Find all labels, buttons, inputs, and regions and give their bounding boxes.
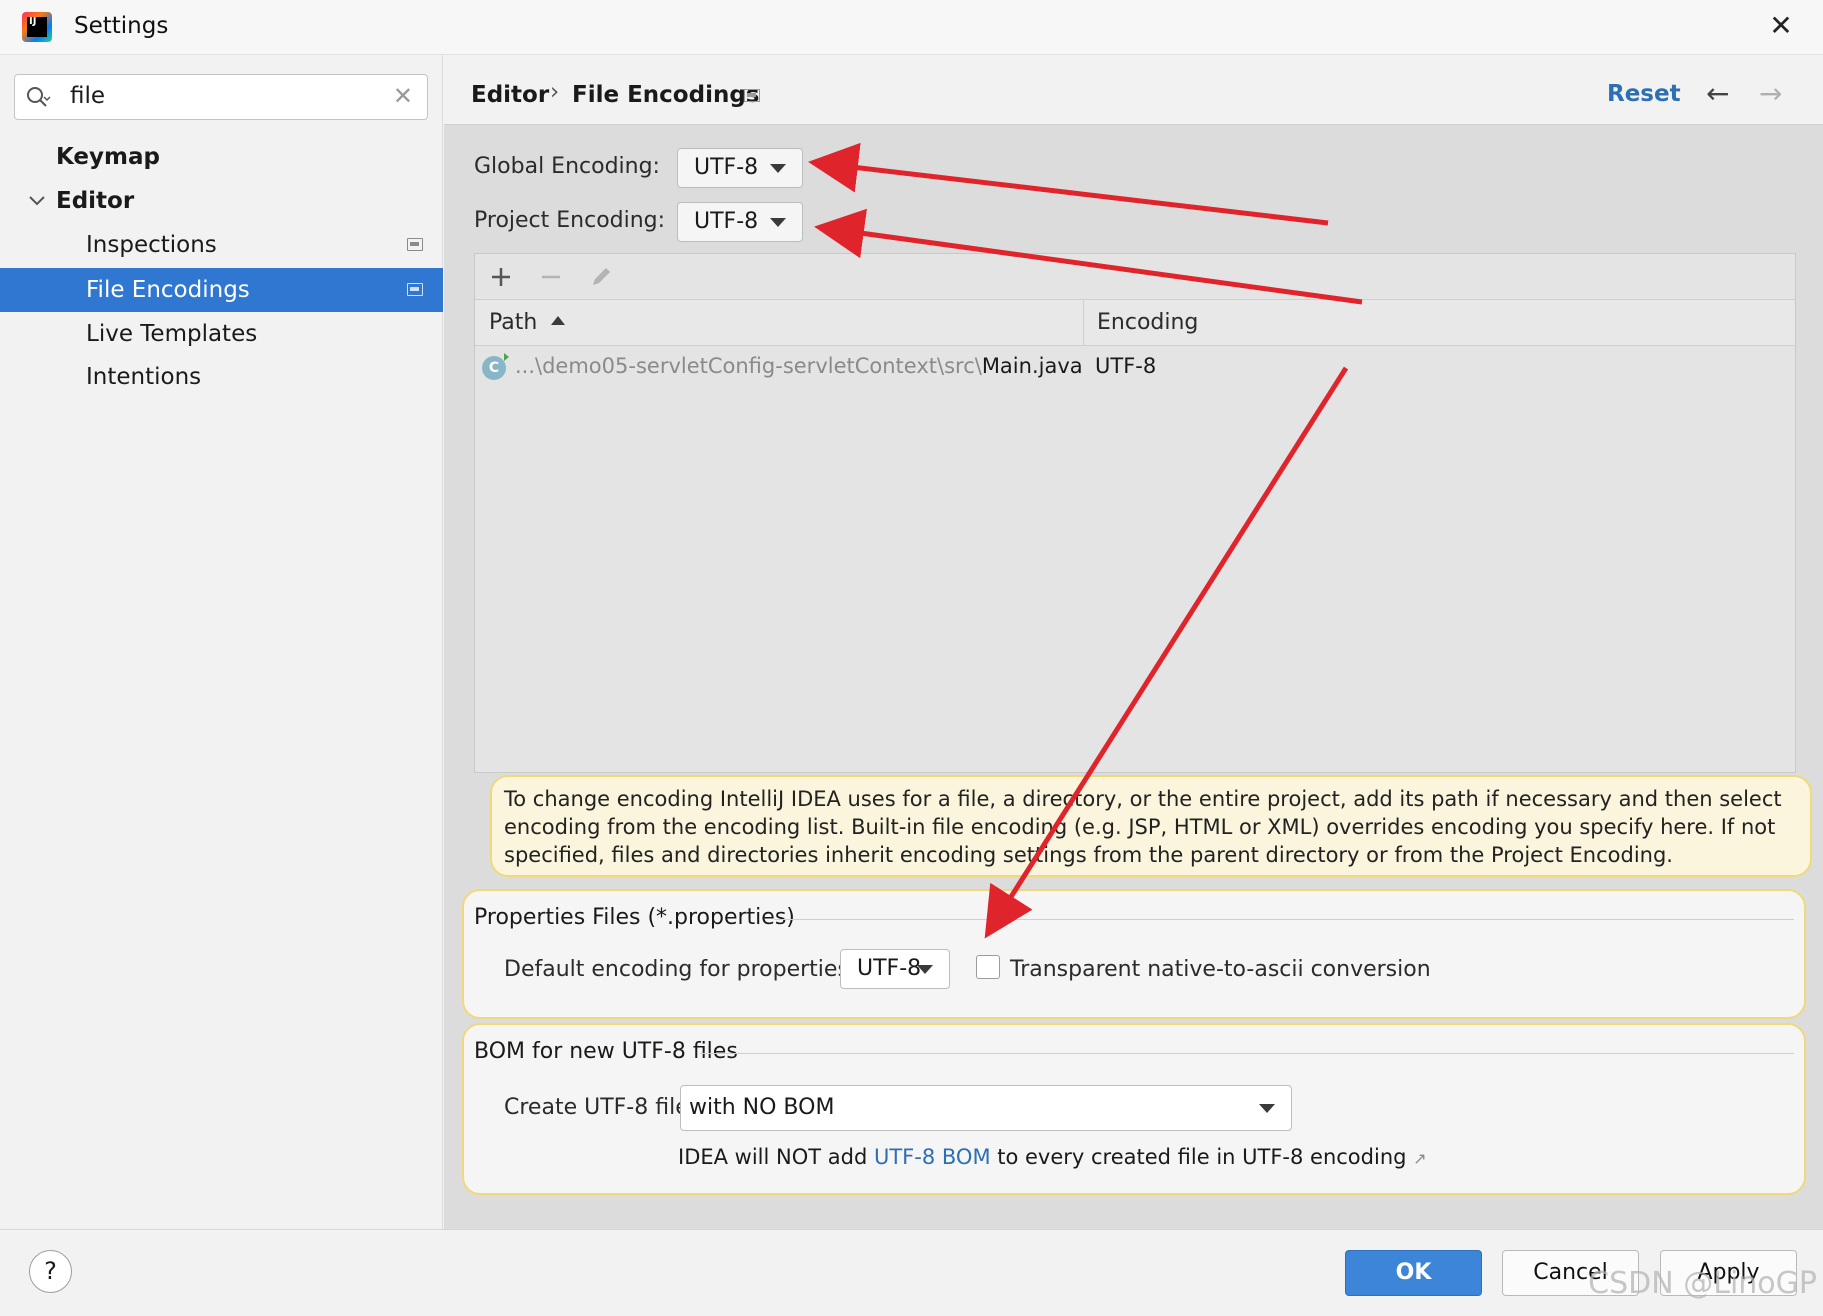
global-encoding-value: UTF-8 [694, 155, 759, 180]
properties-encoding-dropdown[interactable]: UTF-8 [840, 949, 950, 989]
row-path: ...\demo05-servletConfig-servletContext\… [515, 354, 1083, 378]
java-class-icon: C [482, 353, 509, 380]
add-icon[interactable] [485, 261, 517, 293]
sidebar-item-keymap[interactable]: Keymap [0, 135, 443, 179]
sidebar-item-inspections[interactable]: Inspections [0, 223, 443, 267]
ok-button[interactable]: OK [1345, 1250, 1482, 1296]
breadcrumb: Editor › File Encodings Reset ← → [444, 55, 1823, 125]
table-row[interactable]: C ...\demo05-servletConfig-servletContex… [475, 346, 1795, 390]
column-divider[interactable] [1083, 300, 1084, 346]
properties-group-title: Properties Files (*.properties) [474, 905, 795, 930]
global-encoding-dropdown[interactable]: UTF-8 [677, 148, 803, 188]
breadcrumb-separator: › [550, 79, 560, 105]
native-to-ascii-checkbox[interactable] [976, 955, 1000, 979]
utf8-bom-link[interactable]: UTF-8 BOM [874, 1145, 991, 1169]
search-value: file [70, 83, 106, 109]
main-panel: Editor › File Encodings Reset ← → Global… [444, 55, 1823, 1229]
project-encoding-label: Project Encoding: [474, 208, 666, 233]
sidebar-item-live-templates[interactable]: Live Templates [0, 312, 443, 356]
external-link-icon: ↗ [1413, 1149, 1427, 1168]
breadcrumb-editor[interactable]: Editor [471, 82, 549, 108]
column-path[interactable]: Path [489, 310, 537, 335]
native-to-ascii-label[interactable]: Transparent native-to-ascii conversion [1010, 957, 1431, 982]
search-icon [27, 87, 51, 107]
global-encoding-label: Global Encoding: [474, 154, 660, 179]
bom-note: IDEA will NOT add UTF-8 BOM to every cre… [678, 1145, 1427, 1169]
row-path-prefix: ...\demo05-servletConfig-servletContext\… [515, 354, 982, 378]
sort-ascending-icon [551, 316, 565, 325]
sidebar-item-label: Editor [56, 188, 135, 214]
group-divider [700, 1053, 1794, 1054]
dialog-footer: ? OK Cancel Apply CSDN @LinoGP [0, 1229, 1823, 1316]
bom-note-text: to every created file in UTF-8 encoding [990, 1145, 1407, 1169]
create-utf8-label: Create UTF-8 files: [504, 1095, 708, 1120]
dropdown-arrow-icon [770, 164, 786, 173]
breadcrumb-file-encodings: File Encodings [572, 82, 760, 108]
clear-search-icon[interactable]: ✕ [393, 82, 413, 110]
bom-note-text: IDEA will NOT add [678, 1145, 874, 1169]
properties-encoding-value: UTF-8 [857, 956, 922, 981]
properties-files-group: Properties Files (*.properties) Default … [462, 889, 1806, 1019]
chevron-down-icon[interactable] [26, 190, 48, 212]
project-settings-icon [407, 283, 423, 296]
sidebar-item-label: Keymap [56, 144, 160, 170]
bom-dropdown[interactable]: with NO BOM [680, 1085, 1292, 1131]
bom-group: BOM for new UTF-8 files Create UTF-8 fil… [462, 1023, 1806, 1195]
forward-arrow-icon[interactable]: → [1759, 77, 1782, 110]
bom-value: with NO BOM [689, 1095, 835, 1120]
row-file-name: Main.java [981, 354, 1083, 378]
dropdown-arrow-icon [770, 218, 786, 227]
reset-link[interactable]: Reset [1607, 81, 1681, 107]
help-button[interactable]: ? [29, 1250, 72, 1293]
window-title: Settings [74, 13, 169, 39]
bom-group-title: BOM for new UTF-8 files [474, 1039, 738, 1064]
close-icon[interactable]: ✕ [1765, 10, 1797, 42]
sidebar-item-label: File Encodings [86, 277, 250, 303]
intellij-logo-icon: IJ [22, 12, 52, 42]
settings-sidebar: file ✕ Keymap Editor Inspections File En… [0, 55, 443, 1229]
remove-icon[interactable] [535, 261, 567, 293]
column-encoding[interactable]: Encoding [1097, 310, 1198, 335]
sidebar-item-file-encodings[interactable]: File Encodings [0, 268, 443, 312]
edit-icon[interactable] [585, 261, 617, 293]
sidebar-item-editor[interactable]: Editor [0, 179, 443, 223]
dropdown-arrow-icon [917, 965, 933, 974]
row-encoding: UTF-8 [1095, 354, 1157, 378]
sidebar-item-intentions[interactable]: Intentions [0, 355, 443, 399]
project-settings-icon [407, 238, 423, 251]
group-divider [774, 919, 1794, 920]
project-encoding-dropdown[interactable]: UTF-8 [677, 202, 803, 242]
sidebar-item-label: Inspections [86, 232, 217, 258]
search-input[interactable]: file ✕ [14, 74, 428, 120]
back-arrow-icon[interactable]: ← [1706, 77, 1729, 110]
project-encoding-value: UTF-8 [694, 209, 759, 234]
sidebar-item-label: Intentions [86, 364, 202, 390]
sidebar-item-label: Live Templates [86, 321, 258, 347]
table-toolbar [475, 254, 1795, 300]
watermark: CSDN @LinoGP [1588, 1266, 1817, 1301]
table-header: Path Encoding [475, 300, 1795, 346]
title-bar: IJ Settings ✕ [0, 0, 1823, 55]
path-encoding-table: Path Encoding C ...\demo05-servletConfig… [474, 253, 1796, 773]
project-settings-icon [744, 89, 760, 102]
encoding-help-text: To change encoding IntelliJ IDEA uses fo… [490, 775, 1812, 877]
dropdown-arrow-icon [1259, 1104, 1275, 1113]
